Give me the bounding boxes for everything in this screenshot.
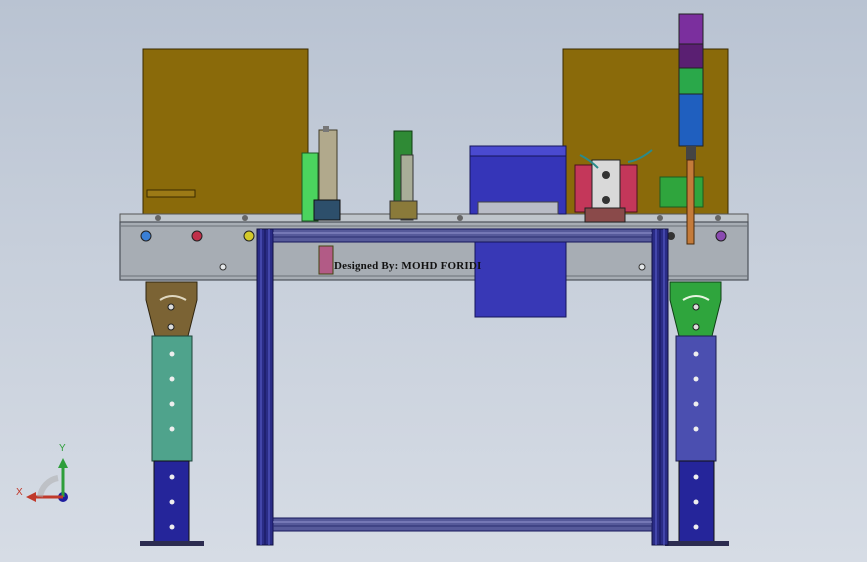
right-leg[interactable] (665, 281, 729, 546)
left-leg[interactable] (140, 281, 204, 546)
machine-assembly-drawing[interactable] (0, 0, 867, 562)
lamp-purple-icon (715, 230, 727, 242)
lamp-yellow-icon (243, 230, 255, 242)
lamp-red-icon (191, 230, 203, 242)
designed-by-text: Designed By: MOHD FORIDI (334, 260, 482, 272)
y-axis-label: Y (59, 443, 66, 454)
cad-viewport[interactable]: Designed By: MOHD FORIDI X Y (0, 0, 867, 562)
middle-cylinder-assembly[interactable] (389, 130, 418, 221)
x-axis-label: X (16, 487, 23, 498)
top-plate (119, 213, 749, 223)
left-control-box[interactable] (142, 48, 309, 218)
axis-triad: X Y (10, 440, 80, 510)
lamp-blue-icon (140, 230, 152, 242)
